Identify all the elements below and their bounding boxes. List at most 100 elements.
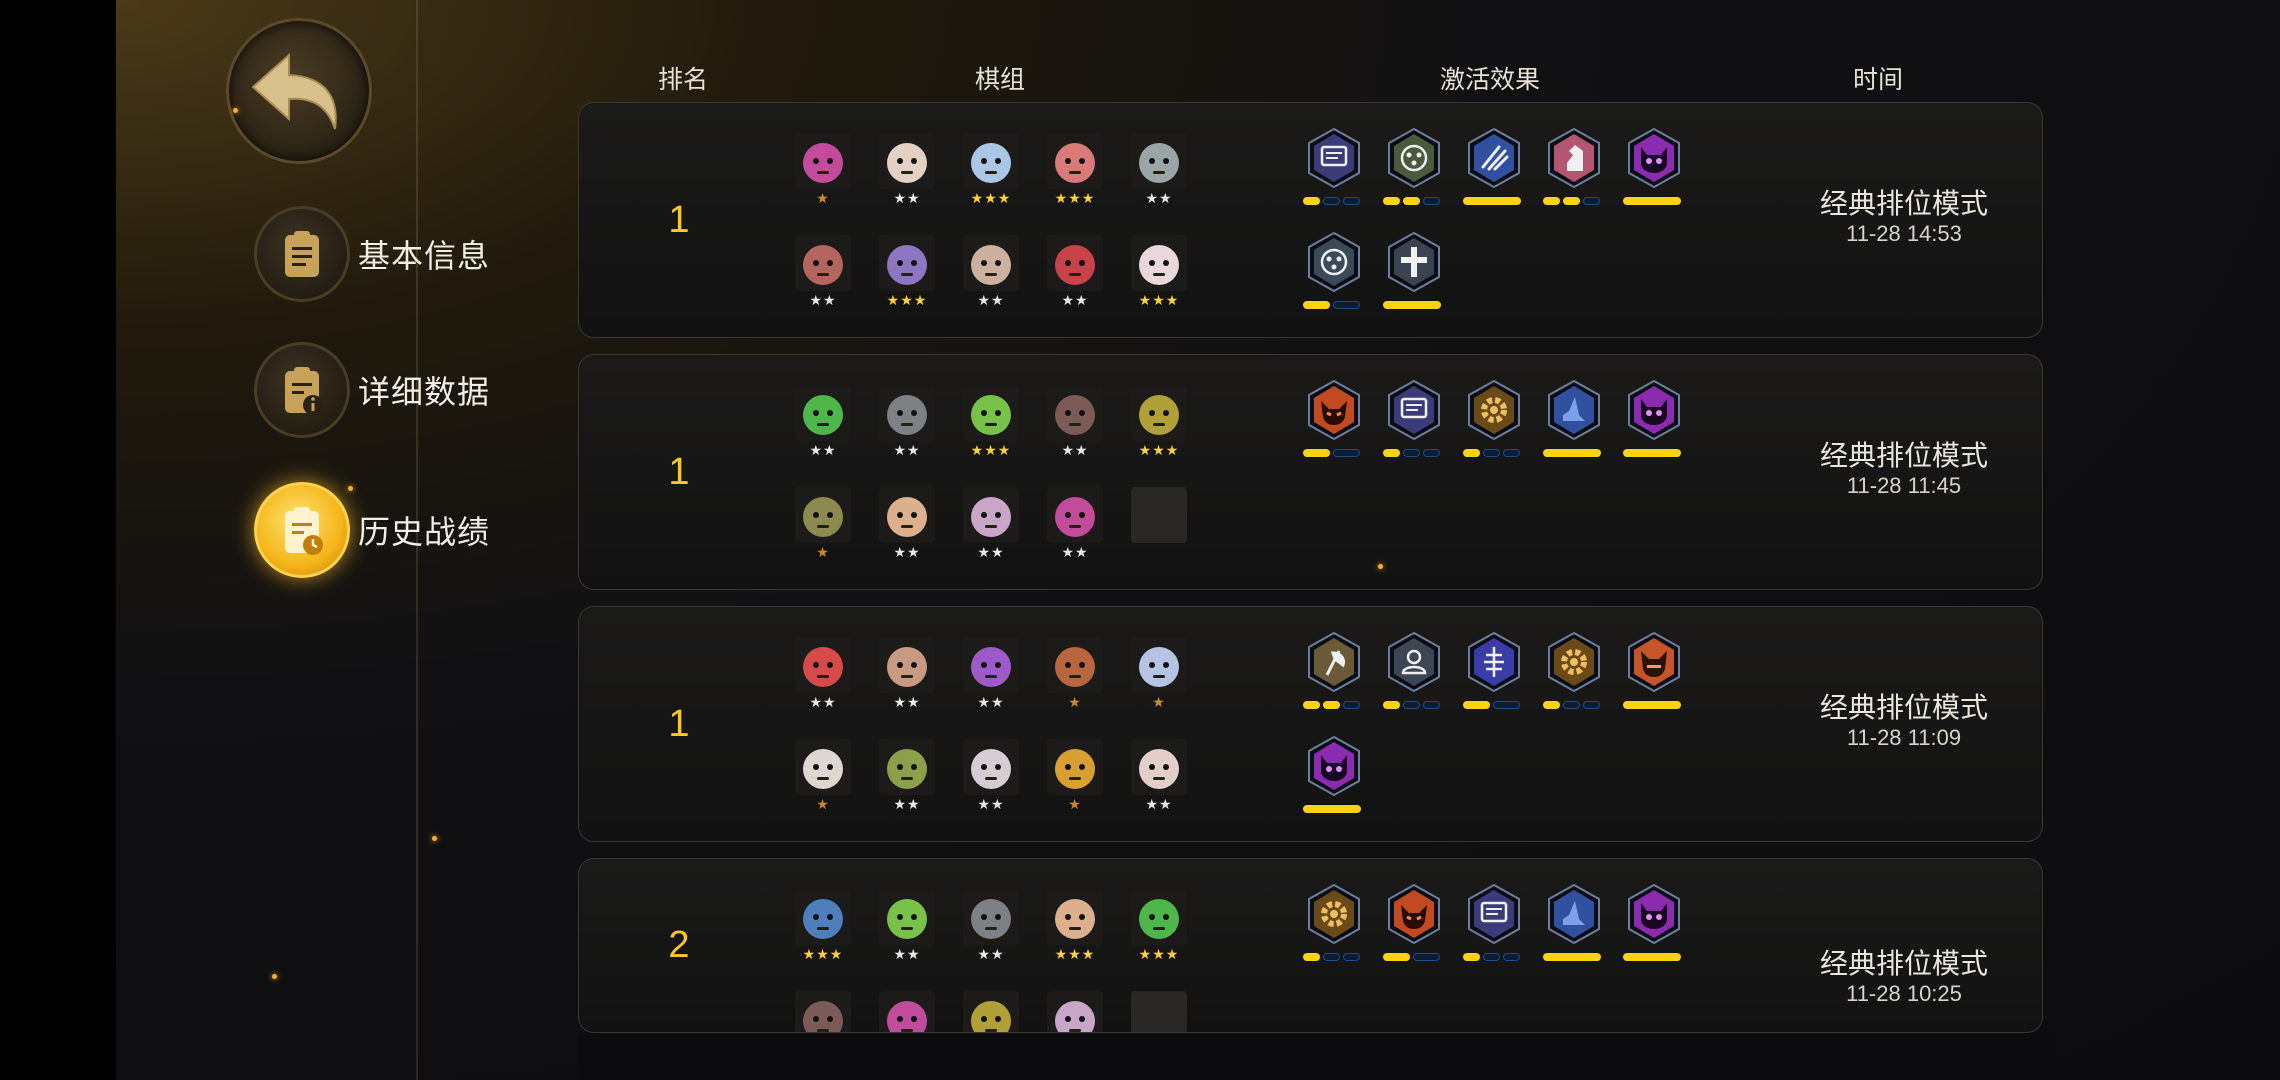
- hero-unit[interactable]: ★★: [1047, 385, 1103, 461]
- synergy-level-bar: [1383, 701, 1445, 709]
- synergy-badge[interactable]: [1303, 883, 1365, 961]
- star-rating: [1131, 543, 1187, 563]
- synergy-badge[interactable]: [1383, 631, 1445, 709]
- hero-unit[interactable]: ★: [795, 487, 851, 563]
- hero-unit[interactable]: ★★: [879, 637, 935, 713]
- hero-unit[interactable]: ★★: [879, 133, 935, 209]
- synergy-level-segment: [1343, 953, 1360, 961]
- star-rating: ★★★: [802, 947, 844, 963]
- hero-unit[interactable]: ★★: [963, 739, 1019, 815]
- synergy-level-segment: [1463, 953, 1480, 961]
- hero-unit[interactable]: ★★★: [795, 889, 851, 965]
- hero-unit[interactable]: [963, 991, 1019, 1032]
- hero-unit[interactable]: ★★★: [879, 235, 935, 311]
- nav-item-2[interactable]: 历史战绩: [254, 482, 490, 578]
- hero-unit[interactable]: ★★: [963, 487, 1019, 563]
- hero-unit[interactable]: ★★★: [1131, 889, 1187, 965]
- hero-unit[interactable]: ★★: [879, 739, 935, 815]
- synergy-badge[interactable]: [1303, 631, 1365, 709]
- synergy-badge[interactable]: [1463, 631, 1525, 709]
- synergy-badge[interactable]: [1383, 231, 1445, 309]
- hero-unit[interactable]: [1047, 991, 1103, 1032]
- hero-unit[interactable]: ★★★: [963, 133, 1019, 209]
- match-card[interactable]: 1 ★ ★★ ★★★ ★★★ ★★ ★★ ★★★ ★★ ★★ ★★★ 经典排位模…: [578, 102, 2043, 338]
- hero-unit[interactable]: ★: [1131, 637, 1187, 713]
- hero-unit[interactable]: ★★: [1047, 487, 1103, 563]
- axe-icon: [1308, 631, 1360, 693]
- hero-unit[interactable]: [1131, 991, 1187, 1032]
- synergy-badge[interactable]: [1303, 231, 1365, 309]
- hero-portrait: [1047, 637, 1103, 693]
- synergy-level-bar: [1463, 449, 1525, 457]
- synergy-level-segment: [1303, 953, 1320, 961]
- hero-unit[interactable]: ★★★: [963, 385, 1019, 461]
- hero-unit[interactable]: [795, 991, 851, 1032]
- dots-icon: [1308, 231, 1360, 293]
- synergy-level-segment: [1323, 701, 1340, 709]
- synergy-level-segment: [1303, 449, 1330, 457]
- hero-unit[interactable]: ★★: [963, 889, 1019, 965]
- nav-item-1[interactable]: 详细数据: [254, 342, 490, 438]
- synergy-badge[interactable]: [1623, 127, 1685, 205]
- match-card[interactable]: 1 ★★ ★★ ★★★ ★★ ★★★ ★ ★★ ★★ ★★ 经典排位模式 11-…: [578, 354, 2043, 590]
- star-rating: ★★: [893, 797, 921, 813]
- synergy-level-segment: [1563, 701, 1580, 709]
- hero-unit[interactable]: ★★: [1131, 739, 1187, 815]
- synergy-badge[interactable]: [1623, 883, 1685, 961]
- synergy-level-segment: [1623, 701, 1681, 709]
- hero-unit[interactable]: ★★: [879, 385, 935, 461]
- hero-unit[interactable]: ★★★: [1131, 235, 1187, 311]
- hero-unit[interactable]: [879, 991, 935, 1032]
- match-card[interactable]: 2 ★★★ ★★ ★★ ★★★ ★★★ 经典排位模式 11-28 10:25: [578, 858, 2043, 1033]
- hero-unit[interactable]: ★: [795, 739, 851, 815]
- synergy-badge[interactable]: [1303, 127, 1365, 205]
- hero-portrait: [1131, 133, 1187, 189]
- nav-item-0[interactable]: 基本信息: [254, 206, 490, 302]
- hero-unit[interactable]: ★★: [795, 385, 851, 461]
- hero-unit[interactable]: [1131, 487, 1187, 563]
- synergy-level-segment: [1543, 449, 1601, 457]
- synergy-badge[interactable]: [1383, 883, 1445, 961]
- synergy-badge[interactable]: [1543, 127, 1605, 205]
- star-rating: ★: [816, 545, 830, 561]
- match-card[interactable]: 1 ★★ ★★ ★★ ★ ★ ★ ★★ ★★ ★ ★★ 经典排位模式 11-28…: [578, 606, 2043, 842]
- synergy-badge[interactable]: [1303, 735, 1365, 813]
- header-effects: 激活效果: [1439, 65, 1541, 94]
- synergy-badge[interactable]: [1543, 631, 1605, 709]
- hero-unit[interactable]: ★★★: [1047, 889, 1103, 965]
- synergy-level-bar: [1623, 197, 1685, 205]
- hero-portrait: [879, 637, 935, 693]
- synergy-badge[interactable]: [1463, 379, 1525, 457]
- synergy-badge[interactable]: [1623, 631, 1685, 709]
- synergy-badge[interactable]: [1383, 379, 1445, 457]
- hero-unit[interactable]: ★★: [1131, 133, 1187, 209]
- synergy-badge[interactable]: [1383, 127, 1445, 205]
- back-button[interactable]: [226, 18, 372, 164]
- hero-unit[interactable]: ★★: [795, 235, 851, 311]
- hero-unit[interactable]: ★★: [879, 889, 935, 965]
- hero-portrait: [1131, 991, 1187, 1032]
- dots-icon: [1388, 127, 1440, 189]
- synergy-badge[interactable]: [1543, 883, 1605, 961]
- hero-unit[interactable]: ★: [1047, 739, 1103, 815]
- synergy-badge[interactable]: [1463, 883, 1525, 961]
- hero-unit[interactable]: ★★: [1047, 235, 1103, 311]
- hero-unit[interactable]: ★★: [963, 637, 1019, 713]
- hero-unit[interactable]: ★: [795, 133, 851, 209]
- hero-unit[interactable]: ★★: [879, 487, 935, 563]
- hero-unit[interactable]: ★★★: [1047, 133, 1103, 209]
- hero-unit[interactable]: ★★★: [1131, 385, 1187, 461]
- hero-unit[interactable]: ★★: [795, 637, 851, 713]
- synergy-badge[interactable]: [1303, 379, 1365, 457]
- game-mode: 经典排位模式: [1819, 439, 1988, 472]
- synergy-badge[interactable]: [1463, 127, 1525, 205]
- synergy-level-segment: [1543, 197, 1560, 205]
- rank-value: 1: [668, 702, 690, 745]
- hero-unit[interactable]: ★★: [963, 235, 1019, 311]
- synergy-badge[interactable]: [1623, 379, 1685, 457]
- hero-unit[interactable]: ★: [1047, 637, 1103, 713]
- synergy-badge[interactable]: [1543, 379, 1605, 457]
- hero-portrait: [879, 889, 935, 945]
- rank-value: 2: [668, 924, 690, 966]
- hero-portrait: [879, 235, 935, 291]
